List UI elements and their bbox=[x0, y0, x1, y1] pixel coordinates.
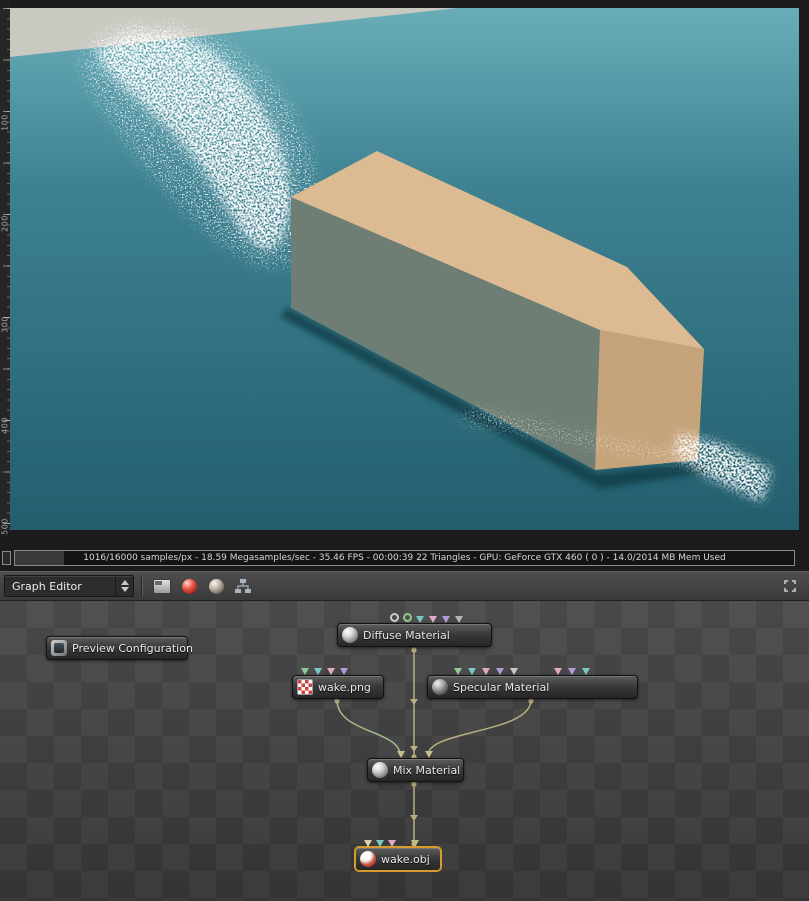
node-pin[interactable] bbox=[327, 668, 335, 675]
node-pin[interactable] bbox=[314, 668, 322, 675]
node-pin[interactable] bbox=[442, 616, 450, 623]
node-pin[interactable] bbox=[496, 668, 504, 675]
node-pin[interactable] bbox=[411, 840, 419, 847]
node-pin[interactable] bbox=[301, 668, 309, 675]
ruler-label: 300 bbox=[0, 316, 10, 333]
toolbar-separator bbox=[141, 576, 143, 596]
node-network-icon[interactable] bbox=[231, 575, 255, 597]
application-window: 100 200 300 400 500 1016/16000 samples/p… bbox=[0, 0, 809, 901]
status-row: 1016/16000 samples/px - 18.59 Megasample… bbox=[0, 549, 809, 569]
node-wake-obj[interactable]: wake.obj bbox=[355, 840, 441, 871]
ruler-label: 200 bbox=[0, 215, 10, 232]
node-pin[interactable] bbox=[376, 840, 384, 847]
node-pin[interactable] bbox=[510, 668, 518, 675]
new-graph-icon[interactable] bbox=[150, 575, 174, 597]
ball-icon bbox=[360, 851, 376, 867]
node-editor[interactable]: Preview Configuration Diffuse Material wak… bbox=[0, 601, 809, 901]
ruler-label: 100 bbox=[0, 114, 10, 131]
node-label: wake.obj bbox=[381, 852, 430, 866]
node-pin[interactable] bbox=[554, 668, 562, 675]
render-viewport[interactable] bbox=[10, 8, 799, 530]
ruler-label: 400 bbox=[0, 417, 10, 434]
node-label: Mix Material bbox=[393, 763, 461, 777]
material-ball-icon[interactable] bbox=[204, 575, 228, 597]
node-pin[interactable] bbox=[468, 668, 476, 675]
node-pin[interactable] bbox=[397, 751, 405, 758]
render-image bbox=[10, 8, 799, 530]
node-diffuse-material[interactable]: Diffuse Material bbox=[337, 613, 492, 647]
sphere-icon bbox=[342, 627, 358, 643]
node-wake-png[interactable]: wake.png bbox=[292, 668, 384, 699]
node-pin[interactable] bbox=[454, 668, 462, 675]
ruler-vertical: 100 200 300 400 500 bbox=[0, 8, 10, 535]
node-mix-material[interactable]: Mix Material bbox=[367, 751, 464, 782]
node-pin[interactable] bbox=[416, 616, 424, 623]
node-pin[interactable] bbox=[403, 613, 412, 622]
node-label: Specular Material bbox=[453, 680, 550, 694]
node-label: Preview Configuration bbox=[72, 641, 193, 655]
node-pin[interactable] bbox=[388, 840, 396, 847]
node-preview-configuration[interactable]: Preview Configuration bbox=[46, 636, 193, 660]
render-progress-bar: 1016/16000 samples/px - 18.59 Megasample… bbox=[14, 550, 795, 566]
node-pin[interactable] bbox=[340, 668, 348, 675]
node-pin[interactable] bbox=[390, 613, 399, 622]
node-pin[interactable] bbox=[568, 668, 576, 675]
node-label: Diffuse Material bbox=[363, 628, 450, 642]
sphere-icon bbox=[372, 762, 388, 778]
red-material-ball-icon[interactable] bbox=[177, 575, 201, 597]
config-icon bbox=[51, 640, 67, 656]
editor-select[interactable]: Graph Editor bbox=[4, 575, 134, 597]
status-grip bbox=[2, 551, 11, 565]
editor-select-label: Graph Editor bbox=[12, 579, 82, 593]
node-pin[interactable] bbox=[364, 840, 372, 847]
render-status-text: 1016/16000 samples/px - 18.59 Megasample… bbox=[83, 553, 726, 563]
node-label: wake.png bbox=[318, 680, 371, 694]
node-pin[interactable] bbox=[455, 616, 463, 623]
ruler-corner bbox=[0, 0, 10, 8]
node-pin[interactable] bbox=[582, 668, 590, 675]
sphere-dark-icon bbox=[432, 679, 448, 695]
image-icon bbox=[297, 679, 313, 695]
graph-toolbar: Graph Editor bbox=[0, 571, 809, 601]
combo-arrows-icon[interactable] bbox=[115, 576, 133, 596]
expand-view-icon[interactable] bbox=[778, 575, 802, 597]
node-pin[interactable] bbox=[425, 751, 433, 758]
node-pin[interactable] bbox=[429, 616, 437, 623]
node-pin[interactable] bbox=[482, 668, 490, 675]
node-specular-material[interactable]: Specular Material bbox=[427, 668, 638, 699]
ruler-label: 500 bbox=[0, 518, 10, 535]
